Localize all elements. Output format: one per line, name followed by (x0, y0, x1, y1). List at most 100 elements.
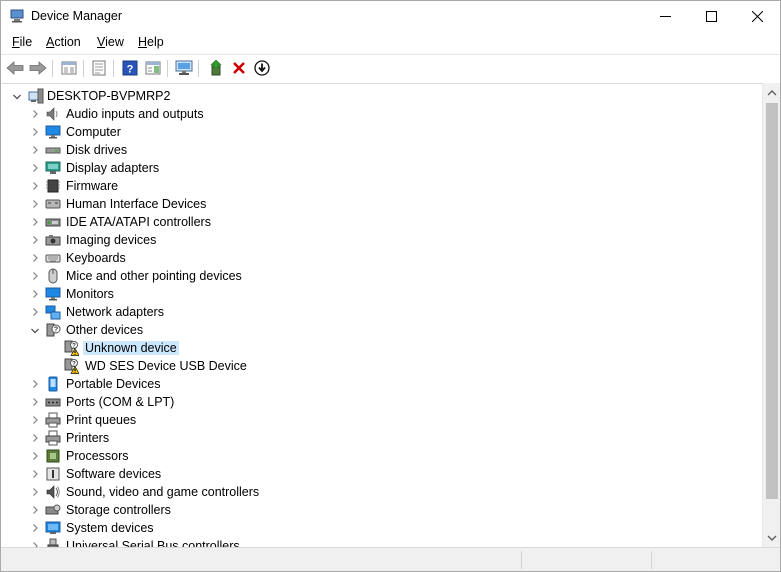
forward-button[interactable] (28, 58, 48, 78)
tree-item-print-queues[interactable]: Print queues (2, 411, 762, 429)
action-pane-button[interactable] (143, 58, 163, 78)
tree-item-universal-serial-bus-controllers[interactable]: Universal Serial Bus controllers (2, 537, 762, 547)
expand-chevron-right-icon[interactable] (30, 288, 40, 300)
tree-item-other-devices[interactable]: ? Other devices (2, 321, 762, 339)
expand-chevron-right-icon[interactable] (30, 108, 40, 120)
tree-item-computer[interactable]: Computer (2, 123, 762, 141)
tree-item-human-interface-devices[interactable]: Human Interface Devices (2, 195, 762, 213)
menu-bar: File Action View Help (1, 31, 780, 54)
expand-chevron-right-icon[interactable] (30, 522, 40, 534)
tree-item-portable-devices[interactable]: Portable Devices (2, 375, 762, 393)
scroll-up-icon[interactable] (767, 88, 777, 98)
tree-item-label: Monitors (66, 287, 114, 301)
tree-item-label: Sound, video and game controllers (66, 485, 260, 499)
scroll-down-icon[interactable] (767, 533, 777, 543)
tree-item-wd-ses-device-usb-device[interactable]: ? WD SES Device USB Device (2, 357, 762, 375)
sound-icon (46, 485, 60, 499)
expand-chevron-right-icon[interactable] (30, 198, 40, 210)
enable-device-button[interactable] (252, 58, 272, 78)
menu-file[interactable]: File (12, 35, 32, 49)
tree-item-label: Printers (66, 431, 110, 445)
tree-item-storage-controllers[interactable]: Storage controllers (2, 501, 762, 519)
minimize-button[interactable] (642, 1, 688, 31)
properties-icon (92, 60, 106, 76)
usb-icon (47, 538, 59, 547)
maximize-button[interactable] (688, 1, 734, 31)
expand-chevron-right-icon[interactable] (30, 180, 40, 192)
expand-chevron-right-icon[interactable] (30, 432, 40, 444)
expand-chevron-right-icon[interactable] (30, 162, 40, 174)
expand-chevron-right-icon[interactable] (30, 504, 40, 516)
show-hide-console-tree-button[interactable] (59, 58, 79, 78)
toolbar-separator (167, 60, 168, 77)
update-driver-button[interactable] (206, 58, 226, 78)
tree-item-mice-and-other-pointing-devices[interactable]: Mice and other pointing devices (2, 267, 762, 285)
tree-item-label: Network adapters (66, 305, 164, 319)
tree-item-unknown-device[interactable]: ? Unknown device (2, 339, 762, 357)
back-button[interactable] (5, 58, 25, 78)
expand-chevron-right-icon[interactable] (30, 126, 40, 138)
expand-chevron-right-icon[interactable] (30, 540, 40, 547)
tree-item-processors[interactable]: Processors (2, 447, 762, 465)
expand-chevron-right-icon[interactable] (30, 450, 40, 462)
expand-chevron-right-icon[interactable] (30, 468, 40, 480)
minimize-icon (659, 15, 671, 17)
console-tree-icon (61, 61, 77, 75)
tree-item-sound-video-and-game-controllers[interactable]: Sound, video and game controllers (2, 483, 762, 501)
properties-button[interactable] (89, 58, 109, 78)
uninstall-device-button[interactable] (229, 58, 249, 78)
expand-chevron-right-icon[interactable] (30, 414, 40, 426)
tree-item-network-adapters[interactable]: Network adapters (2, 303, 762, 321)
maximize-icon (705, 10, 717, 22)
menu-view[interactable]: View (97, 35, 124, 49)
tree-item-keyboards[interactable]: Keyboards (2, 249, 762, 267)
expand-chevron-right-icon[interactable] (30, 270, 40, 282)
arrow-left-icon (6, 61, 24, 75)
printer-icon (45, 412, 61, 428)
help-button[interactable]: ? (120, 58, 140, 78)
tree-item-printers[interactable]: Printers (2, 429, 762, 447)
expand-chevron-right-icon[interactable] (30, 378, 40, 390)
device-manager-window: Device Manager File Action View Help ? D… (0, 0, 781, 572)
expand-chevron-right-icon[interactable] (30, 252, 40, 264)
expand-chevron-right-icon[interactable] (30, 216, 40, 228)
scan-hardware-button[interactable] (174, 58, 194, 78)
unknown-device-icon: ? (46, 323, 61, 337)
tree-item-firmware[interactable]: Firmware (2, 177, 762, 195)
expand-chevron-down-icon[interactable] (30, 324, 40, 336)
tree-item-monitors[interactable]: Monitors (2, 285, 762, 303)
tree-item-system-devices[interactable]: System devices (2, 519, 762, 537)
menu-help[interactable]: Help (138, 35, 164, 49)
expand-chevron-right-icon[interactable] (30, 144, 40, 156)
tree-item-label: Computer (66, 125, 121, 139)
keyboard-icon (45, 254, 61, 263)
toolbar-separator (198, 60, 199, 77)
tree-item-label: Mice and other pointing devices (66, 269, 242, 283)
tree-item-label: Unknown device (83, 341, 179, 355)
expand-chevron-down-icon[interactable] (12, 90, 22, 102)
vertical-scrollbar[interactable] (762, 83, 780, 547)
tree-item-label: IDE ATA/ATAPI controllers (66, 215, 211, 229)
hid-icon (45, 199, 61, 209)
tree-item-ide-ata-atapi-controllers[interactable]: IDE ATA/ATAPI controllers (2, 213, 762, 231)
expand-chevron-right-icon[interactable] (30, 306, 40, 318)
close-button[interactable] (734, 1, 780, 31)
scrollbar-thumb[interactable] (766, 103, 778, 499)
tree-root-computer[interactable]: DESKTOP-BVPMRP2 (2, 87, 762, 105)
menu-action[interactable]: Action (46, 35, 81, 49)
tree-item-ports-com-lpt[interactable]: Ports (COM & LPT) (2, 393, 762, 411)
expand-chevron-right-icon[interactable] (30, 486, 40, 498)
display-adapter-icon (45, 161, 61, 174)
mouse-icon (48, 268, 58, 284)
title-bar[interactable]: Device Manager (1, 1, 780, 31)
device-tree[interactable]: DESKTOP-BVPMRP2 Audio inputs and outputs C… (2, 83, 762, 547)
tree-item-audio-inputs-and-outputs[interactable]: Audio inputs and outputs (2, 105, 762, 123)
expand-chevron-right-icon[interactable] (30, 234, 40, 246)
expand-chevron-right-icon[interactable] (30, 396, 40, 408)
camera-icon (45, 235, 61, 246)
tree-item-disk-drives[interactable]: Disk drives (2, 141, 762, 159)
tree-item-imaging-devices[interactable]: Imaging devices (2, 231, 762, 249)
tree-item-display-adapters[interactable]: Display adapters (2, 159, 762, 177)
monitor-icon (45, 287, 61, 301)
tree-item-software-devices[interactable]: Software devices (2, 465, 762, 483)
